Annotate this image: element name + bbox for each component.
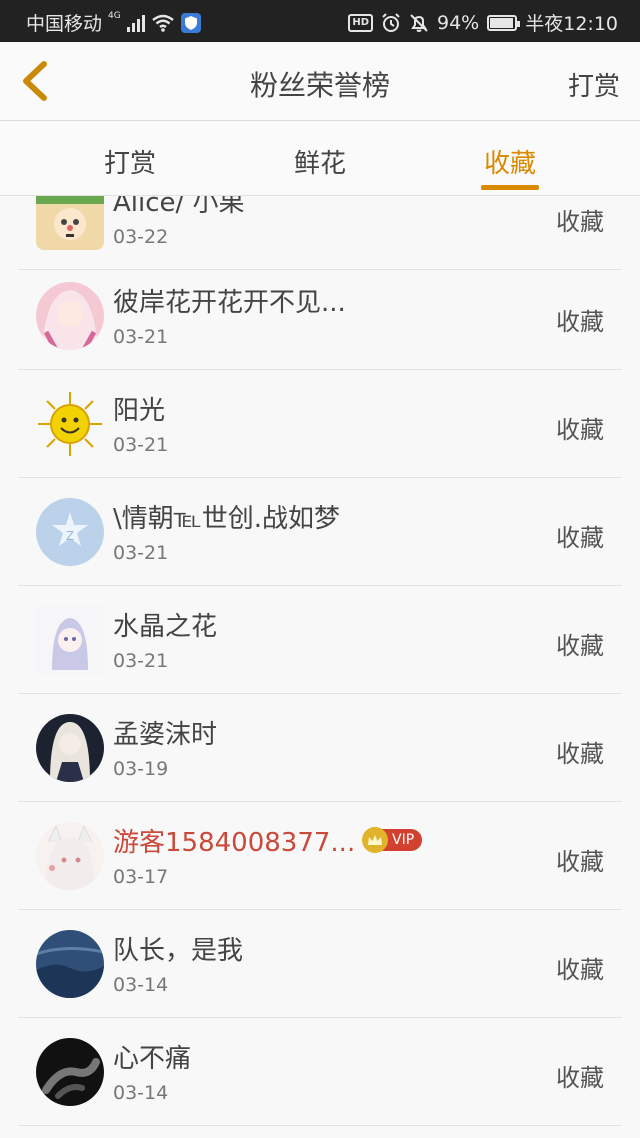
username: 彼岸花开花开不见... <box>113 288 346 318</box>
battery-icon <box>487 14 521 31</box>
tab-favorites[interactable]: 收藏 <box>450 143 570 180</box>
action-label: 收藏 <box>556 308 604 336</box>
username: 心不痛 <box>113 1044 192 1074</box>
avatar <box>36 822 104 890</box>
username: Alice/ 小果 <box>113 196 245 218</box>
action-label: 收藏 <box>556 416 604 444</box>
action-label: 收藏 <box>556 524 604 552</box>
username: 阳光 <box>113 396 166 426</box>
username: 队长，是我 <box>113 936 244 966</box>
avatar <box>36 930 104 998</box>
username: 游客1584008377... <box>113 828 356 858</box>
fan-list[interactable]: Alice/ 小果 03-22 收藏 彼岸花开花开不见... 03-21 收藏 … <box>0 196 640 1138</box>
action-label: 收藏 <box>556 848 604 876</box>
tab-reward[interactable]: 打赏 <box>70 143 190 180</box>
cell-signal-icon <box>126 14 145 32</box>
date-label: 03-14 <box>113 1082 169 1104</box>
date-label: 03-14 <box>113 974 169 996</box>
active-tab-indicator <box>481 185 539 190</box>
crown-icon <box>362 827 388 853</box>
security-shield-icon <box>180 12 201 33</box>
action-label: 收藏 <box>556 740 604 768</box>
status-right: HD 94% 半夜12:10 <box>348 9 618 36</box>
action-label: 收藏 <box>556 632 604 660</box>
clock-time: 半夜12:10 <box>525 13 618 35</box>
list-item[interactable]: Z \情朝℡世创.战如梦 03-21 收藏 <box>0 478 640 586</box>
wifi-icon <box>151 14 174 32</box>
mute-bell-icon <box>410 13 428 32</box>
action-label: 收藏 <box>556 208 604 236</box>
avatar <box>36 196 104 250</box>
action-label: 收藏 <box>556 1064 604 1092</box>
date-label: 03-21 <box>113 326 169 348</box>
list-item[interactable]: 游客1584008377... VIP 03-17 收藏 <box>0 802 640 910</box>
tab-bar: 打赏 鲜花 收藏 <box>0 121 640 196</box>
username: 孟婆沫时 <box>113 720 218 750</box>
list-item[interactable]: 孟婆沫时 03-19 收藏 <box>0 694 640 802</box>
avatar: Z <box>36 498 104 566</box>
avatar <box>36 714 104 782</box>
date-label: 03-21 <box>113 542 169 564</box>
date-label: 03-22 <box>113 226 169 248</box>
page-title: 粉丝荣誉榜 <box>249 69 390 102</box>
avatar <box>36 606 104 674</box>
date-label: 03-19 <box>113 758 169 780</box>
date-label: 03-21 <box>113 434 169 456</box>
hd-icon: HD <box>348 13 373 32</box>
carrier-label: 中国移动 <box>26 13 103 35</box>
username: \情朝℡世创.战如梦 <box>113 504 340 534</box>
list-item[interactable]: 心不痛 03-14 收藏 <box>0 1018 640 1126</box>
username: 水晶之花 <box>113 612 218 642</box>
vip-badge: VIP <box>362 827 423 853</box>
list-item[interactable]: 水晶之花 03-21 收藏 <box>0 586 640 694</box>
status-left: 中国移动 4G <box>26 9 201 36</box>
nav-bar: 粉丝荣誉榜 打赏 <box>0 42 640 121</box>
avatar <box>36 1038 104 1106</box>
list-item[interactable]: Alice/ 小果 03-22 收藏 <box>0 196 640 270</box>
divider <box>18 1125 622 1126</box>
avatar <box>36 282 104 350</box>
date-label: 03-17 <box>113 866 169 888</box>
battery-percent: 94% <box>437 11 480 34</box>
status-bar: 中国移动 4G HD 94% 半夜12:10 <box>0 0 640 42</box>
network-type: 4G <box>108 10 121 21</box>
alarm-icon <box>382 12 400 32</box>
list-item[interactable]: 彼岸花开花开不见... 03-21 收藏 <box>0 262 640 370</box>
svg-text:Z: Z <box>66 529 74 543</box>
avatar <box>36 390 104 458</box>
reward-button[interactable]: 打赏 <box>568 66 620 103</box>
list-item[interactable]: 队长，是我 03-14 收藏 <box>0 910 640 1018</box>
tab-flowers[interactable]: 鲜花 <box>260 143 380 180</box>
list-item[interactable]: 阳光 03-21 收藏 <box>0 370 640 478</box>
action-label: 收藏 <box>556 956 604 984</box>
date-label: 03-21 <box>113 650 169 672</box>
